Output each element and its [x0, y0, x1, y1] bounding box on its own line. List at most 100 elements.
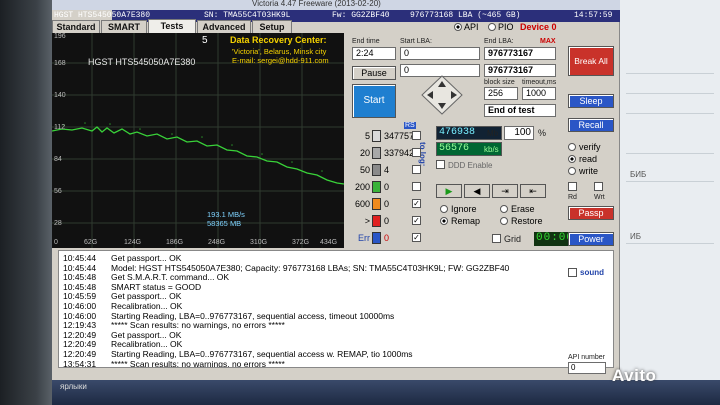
- y-tick: 196: [54, 33, 66, 40]
- bg-row: [626, 60, 714, 74]
- action-restore[interactable]: Restore: [500, 216, 543, 226]
- tab-smart[interactable]: SMART: [101, 20, 147, 33]
- step-icon[interactable]: ⇥: [492, 184, 518, 198]
- speed-trace: [52, 126, 344, 185]
- latency-ms: 600: [354, 199, 370, 209]
- passp-button[interactable]: Passp: [568, 206, 614, 220]
- y-tick: 168: [54, 60, 66, 67]
- radio-on-icon: [454, 23, 462, 31]
- x-tick: 372G: [292, 239, 310, 246]
- log-checkbox[interactable]: ✓: [412, 199, 421, 208]
- block-size-label: block size: [484, 79, 515, 86]
- x-tick: 62G: [84, 239, 98, 246]
- action-ignore[interactable]: Ignore: [440, 204, 477, 214]
- pause-button[interactable]: Pause: [352, 66, 396, 80]
- y-tick: 112: [54, 124, 66, 131]
- sleep-button[interactable]: Sleep: [568, 94, 614, 108]
- recall-button[interactable]: Recall: [568, 118, 614, 132]
- action-label: Erase: [511, 204, 535, 214]
- tab-advanced[interactable]: Advanced: [197, 20, 251, 33]
- latency-swatch: [372, 147, 381, 159]
- percent-unit: %: [538, 128, 547, 138]
- mode-api[interactable]: API: [454, 22, 479, 32]
- event-log[interactable]: 10:45:44 Get passport... OK 10:45:44 Model:…: [58, 250, 614, 368]
- block-size-select[interactable]: 256: [484, 87, 518, 100]
- log-time: 13:54:31: [63, 358, 97, 368]
- latency-row: Err 0 ✓: [348, 230, 430, 248]
- log-message: Starting Reading, LBA=0..976773167, sequ…: [111, 310, 395, 321]
- bg-row-label: ИБ: [626, 230, 714, 244]
- percent-readout: 100: [504, 126, 534, 140]
- info-serial: SN: TMA55C4T03HK9L: [204, 11, 291, 20]
- action-label: Restore: [511, 216, 543, 226]
- api-number-field[interactable]: 0: [568, 362, 606, 374]
- log-message: Recalibration... OK: [111, 301, 183, 311]
- radio-icon: [568, 167, 576, 175]
- wrt-label: Wrt: [594, 194, 605, 201]
- latency-swatch: [372, 232, 381, 244]
- log-checkbox[interactable]: [412, 165, 421, 174]
- rewind-icon[interactable]: ◀: [464, 184, 490, 198]
- action-erase[interactable]: Erase: [500, 204, 535, 214]
- action-remap[interactable]: Remap: [440, 216, 480, 226]
- mode-pio[interactable]: PIO: [488, 22, 514, 32]
- mode-label: verify: [579, 142, 601, 152]
- play-icon[interactable]: ▶: [436, 184, 462, 198]
- latency-ms: 20: [359, 148, 370, 158]
- mode-read[interactable]: read: [568, 154, 597, 164]
- log-checkbox[interactable]: [412, 182, 421, 191]
- log-time: 10:45:44: [63, 253, 97, 263]
- log-time: 12:20:49: [63, 339, 97, 350]
- end-icon[interactable]: ⇤: [520, 184, 546, 198]
- log-time: 10:46:00: [63, 310, 97, 321]
- grid-checkbox[interactable]: [492, 234, 501, 243]
- sound-checkbox[interactable]: [568, 268, 577, 277]
- log-checkbox[interactable]: [412, 131, 421, 140]
- log-checkbox[interactable]: ✓: [412, 233, 421, 242]
- wrt-checkbox[interactable]: [594, 182, 603, 191]
- latency-count: 4: [384, 165, 390, 175]
- ddd-checkbox[interactable]: [436, 160, 445, 169]
- timeout-select[interactable]: 1000: [522, 87, 556, 100]
- x-tick: 310G: [250, 239, 268, 246]
- mode-verify[interactable]: verify: [568, 142, 601, 152]
- log-checkbox[interactable]: [412, 148, 421, 157]
- watermark: Avito: [612, 366, 657, 385]
- log-message: Recalibration... OK: [111, 339, 183, 350]
- tab-setup[interactable]: Setup: [252, 20, 292, 33]
- victoria-window: Victoria 4.47 Freeware (2013-02-20) HGST…: [52, 0, 620, 380]
- start-lba-field[interactable]: 0: [400, 47, 480, 60]
- radio-icon: [500, 205, 508, 213]
- x-tick: 186G: [166, 239, 184, 246]
- rd-label: Rd: [568, 194, 577, 201]
- title-bar: Victoria 4.47 Freeware (2013-02-20): [52, 0, 620, 10]
- log-message: Get passport... OK: [111, 291, 182, 302]
- drc-email: E-mail: sergei@hdd-911.com: [232, 56, 329, 65]
- direction-pad-icon[interactable]: [418, 74, 466, 116]
- log-message: ***** Scan results: no warnings, no erro…: [111, 320, 285, 331]
- latency-row: 5 3477576: [348, 128, 430, 146]
- break-all-button[interactable]: Break All: [568, 46, 614, 76]
- log-time: 12:19:43: [63, 320, 97, 331]
- power-button[interactable]: Power: [568, 232, 614, 246]
- latency-count: 337942: [384, 148, 415, 158]
- latency-ms: >: [364, 216, 370, 226]
- api-number-label: API number: [568, 354, 605, 361]
- log-time: 12:20:49: [63, 349, 97, 359]
- rd-checkbox[interactable]: [568, 182, 577, 191]
- tab-tests[interactable]: Tests: [148, 19, 196, 33]
- radio-icon: [500, 217, 508, 225]
- action-label: Remap: [451, 216, 481, 226]
- bg-row: [626, 100, 714, 114]
- latency-count: 0: [384, 216, 390, 226]
- log-checkbox[interactable]: ✓: [412, 216, 421, 225]
- timeout-label: timeout,ms: [522, 79, 557, 86]
- end-time-field[interactable]: 2:24: [352, 47, 396, 60]
- end-action-select[interactable]: End of test: [484, 104, 556, 117]
- latency-ms: 200: [354, 182, 370, 192]
- tab-standard[interactable]: Standard: [52, 20, 100, 33]
- start-button[interactable]: Start: [352, 84, 396, 118]
- max-label[interactable]: MAX: [540, 38, 556, 45]
- end-lba-field[interactable]: 976773167: [484, 47, 556, 60]
- mode-write[interactable]: write: [568, 166, 598, 176]
